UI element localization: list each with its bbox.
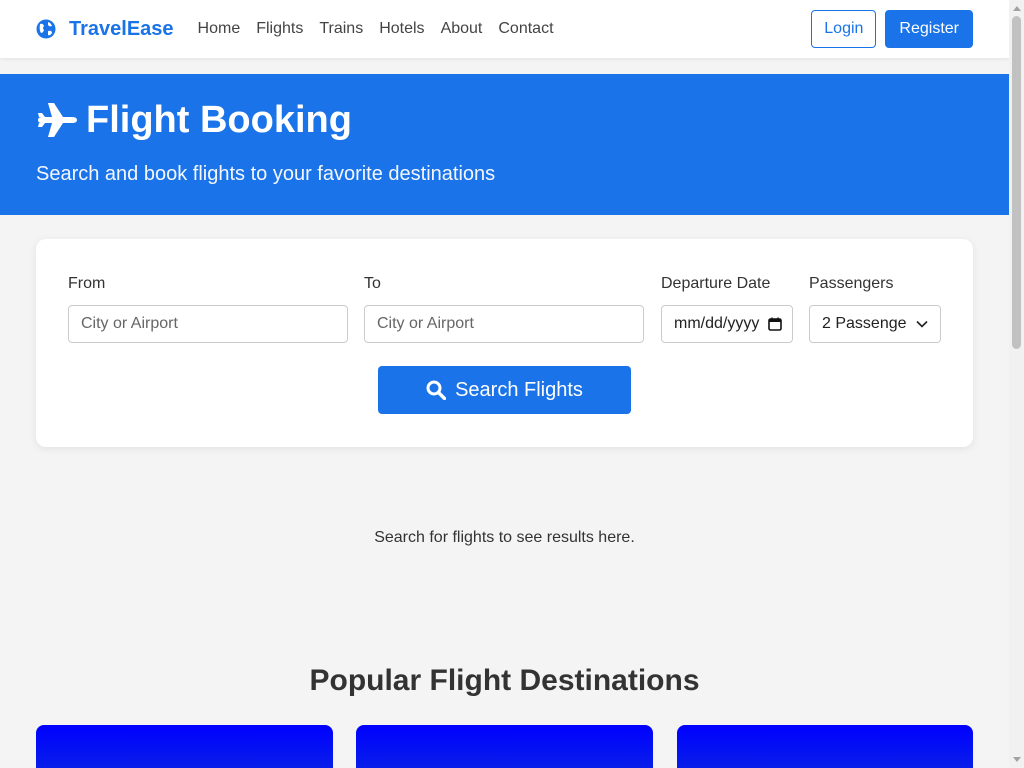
date-label: Departure Date — [661, 275, 771, 292]
hero-banner: Flight Booking Search and book flights t… — [0, 74, 1009, 215]
brand-logo[interactable]: TravelEase — [36, 18, 174, 41]
nav-link-hotels[interactable]: Hotels — [379, 20, 424, 38]
scroll-up-arrow-icon[interactable] — [1013, 6, 1021, 11]
nav-link-home[interactable]: Home — [198, 20, 241, 38]
scroll-down-arrow-icon[interactable] — [1013, 757, 1021, 762]
page-subtitle: Search and book flights to your favorite… — [36, 163, 496, 185]
scrollbar-thumb[interactable] — [1012, 16, 1021, 349]
popular-destinations-heading: Popular Flight Destinations — [309, 664, 700, 697]
passengers-label: Passengers — [809, 275, 894, 292]
globe-icon — [36, 19, 56, 39]
page-scrollbar[interactable] — [1009, 0, 1024, 768]
passengers-field-group: Passengers 2 Passengers — [809, 275, 941, 343]
nav-links: Home Flights Trains Hotels About Contact — [198, 20, 570, 38]
to-label: To — [364, 275, 381, 292]
nav-actions: Login Register — [811, 10, 973, 48]
chevron-down-icon — [916, 320, 928, 328]
from-label: From — [68, 275, 106, 292]
plane-icon — [38, 103, 77, 137]
hero-title-row: Flight Booking — [36, 99, 973, 141]
destination-card[interactable] — [36, 725, 333, 768]
top-navbar: TravelEase Home Flights Trains Hotels Ab… — [0, 0, 1009, 58]
passengers-select[interactable]: 2 Passengers — [809, 305, 941, 343]
nav-link-contact[interactable]: Contact — [498, 20, 553, 38]
search-flights-button[interactable]: Search Flights — [378, 366, 631, 414]
search-button-label: Search Flights — [455, 378, 583, 401]
from-input[interactable]: City or Airport — [68, 305, 348, 343]
passengers-value: 2 Passengers — [822, 315, 906, 332]
destination-card[interactable] — [356, 725, 653, 768]
results-empty-message: Search for flights to see results here. — [374, 529, 635, 546]
page-title: Flight Booking — [86, 98, 352, 141]
from-field-group: From City or Airport — [68, 275, 348, 343]
flight-search-form: From City or Airport To City or Airport … — [36, 239, 973, 447]
date-value: mm/dd/yyyy — [674, 315, 760, 332]
calendar-icon[interactable] — [768, 317, 782, 331]
nav-link-flights[interactable]: Flights — [256, 20, 303, 38]
search-icon — [426, 380, 447, 400]
nav-link-trains[interactable]: Trains — [319, 20, 363, 38]
brand-name: TravelEase — [69, 17, 174, 40]
login-button[interactable]: Login — [811, 10, 877, 48]
destination-card[interactable] — [677, 725, 973, 768]
register-button[interactable]: Register — [885, 10, 973, 48]
to-field-group: To City or Airport — [364, 275, 644, 343]
nav-link-about[interactable]: About — [441, 20, 483, 38]
departure-date-input[interactable]: mm/dd/yyyy — [661, 305, 793, 343]
to-input[interactable]: City or Airport — [364, 305, 644, 343]
date-field-group: Departure Date mm/dd/yyyy — [661, 275, 793, 343]
